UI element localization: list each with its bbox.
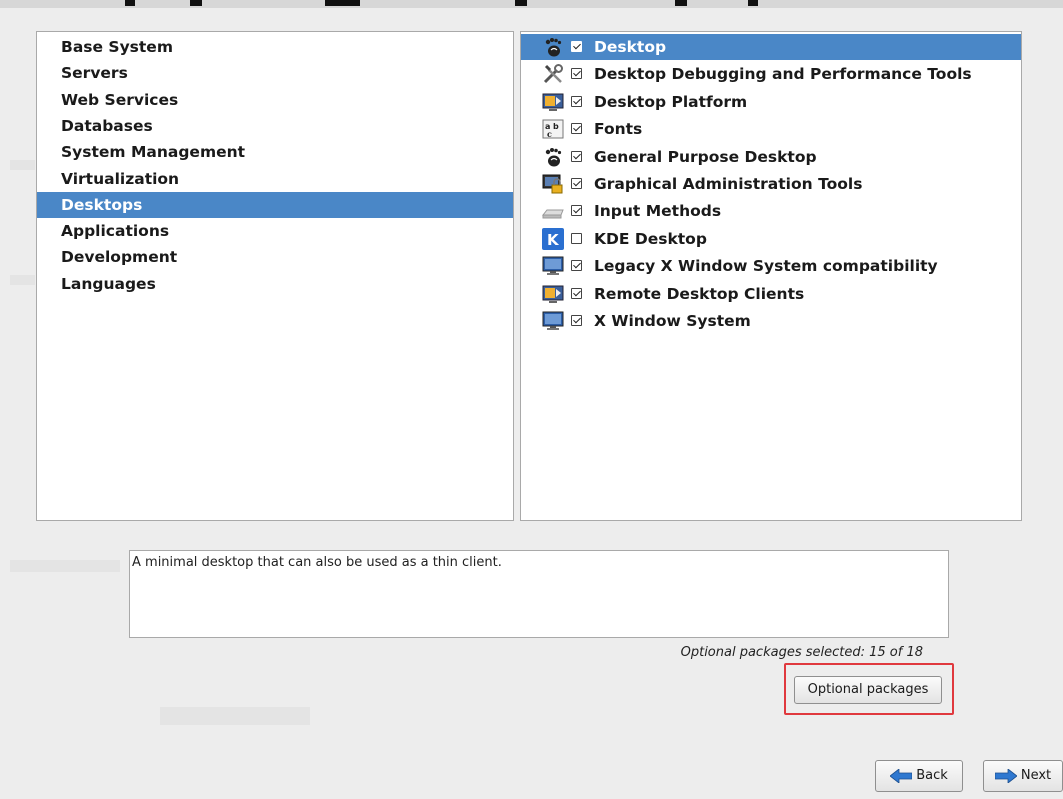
group-checkbox[interactable] bbox=[571, 150, 582, 162]
group-description: A minimal desktop that can also be used … bbox=[129, 550, 949, 638]
top-strip bbox=[0, 0, 1063, 8]
group-item[interactable]: Input Methods bbox=[521, 198, 1021, 224]
group-checkbox[interactable] bbox=[571, 260, 582, 272]
group-item[interactable]: Desktop Debugging and Performance Tools bbox=[521, 61, 1021, 87]
group-item[interactable]: X Window System bbox=[521, 308, 1021, 334]
category-item[interactable]: Desktops bbox=[37, 191, 513, 218]
group-item[interactable]: a b c Fonts bbox=[521, 116, 1021, 142]
group-checkbox[interactable] bbox=[571, 287, 582, 299]
background-artifact bbox=[10, 560, 120, 572]
category-item[interactable]: Web Services bbox=[37, 87, 513, 113]
category-item[interactable]: Languages bbox=[37, 271, 513, 297]
gnome-foot-icon bbox=[542, 36, 564, 58]
monitor-icon bbox=[542, 255, 564, 277]
background-artifact bbox=[10, 275, 35, 285]
gnome-foot-icon bbox=[542, 146, 564, 168]
category-item[interactable]: System Management bbox=[37, 139, 513, 165]
group-checkbox[interactable] bbox=[571, 68, 582, 80]
group-checkbox[interactable] bbox=[571, 315, 582, 326]
platform-icon bbox=[542, 91, 564, 113]
group-item[interactable]: Desktop Platform bbox=[521, 89, 1021, 115]
back-arrow-icon bbox=[890, 769, 913, 783]
group-item[interactable]: Remote Desktop Clients bbox=[521, 281, 1021, 307]
back-label: Back bbox=[916, 768, 948, 783]
background-artifact bbox=[160, 707, 310, 725]
group-checkbox[interactable] bbox=[571, 232, 582, 244]
admin-lock-icon bbox=[542, 173, 564, 195]
back-button[interactable]: Back bbox=[875, 760, 963, 792]
group-item[interactable]: K KDE Desktop bbox=[521, 226, 1021, 252]
keyboard-icon bbox=[541, 200, 564, 222]
group-item[interactable]: General Purpose Desktop bbox=[521, 144, 1021, 170]
group-label: Legacy X Window System compatibility bbox=[594, 257, 938, 276]
group-label: Input Methods bbox=[594, 202, 722, 221]
group-label: Graphical Administration Tools bbox=[594, 175, 863, 193]
tools-icon bbox=[542, 63, 564, 85]
group-checkbox[interactable] bbox=[571, 41, 582, 52]
next-arrow-icon bbox=[994, 769, 1017, 783]
group-label: Desktop bbox=[594, 38, 667, 56]
svg-text:b: b bbox=[553, 122, 559, 131]
group-checkbox[interactable] bbox=[571, 178, 582, 189]
group-label: Remote Desktop Clients bbox=[594, 284, 805, 303]
platform-icon bbox=[542, 283, 564, 305]
group-item[interactable]: Legacy X Window System compatibility bbox=[521, 253, 1021, 279]
group-item[interactable]: Graphical Administration Tools bbox=[521, 171, 1021, 197]
kde-icon: K bbox=[542, 227, 564, 250]
group-checkbox[interactable] bbox=[571, 123, 582, 135]
category-item[interactable]: Base System bbox=[37, 34, 513, 60]
category-item[interactable]: Databases bbox=[37, 113, 513, 139]
group-label: KDE Desktop bbox=[594, 229, 707, 248]
group-label: General Purpose Desktop bbox=[594, 147, 817, 166]
group-label: X Window System bbox=[594, 312, 751, 330]
category-list[interactable]: Base System Servers Web Services Databases S… bbox=[36, 31, 514, 521]
group-label: Desktop Debugging and Performance Tools bbox=[594, 65, 972, 84]
group-item[interactable]: Desktop bbox=[521, 34, 1021, 60]
next-button[interactable]: Next bbox=[983, 760, 1063, 792]
category-item[interactable]: Development bbox=[37, 244, 513, 270]
fonts-icon: abc bbox=[542, 118, 564, 140]
description-text: A minimal desktop that can also be used … bbox=[132, 555, 502, 570]
optional-packages-label: Optional packages bbox=[807, 682, 929, 697]
package-group-list[interactable]: Desktop Desktop Debugging and Performance… bbox=[520, 31, 1022, 521]
group-label: Fonts bbox=[594, 120, 643, 139]
category-item[interactable]: Servers bbox=[37, 60, 513, 86]
next-label: Next bbox=[1020, 768, 1052, 783]
optional-packages-summary: Optional packages selected: 15 of 18 bbox=[680, 645, 923, 660]
optional-packages-button[interactable]: Optional packages bbox=[794, 676, 942, 704]
category-item[interactable]: Applications bbox=[37, 218, 513, 244]
background-artifact bbox=[10, 160, 35, 170]
monitor-icon bbox=[542, 310, 564, 332]
group-checkbox[interactable] bbox=[571, 205, 582, 217]
svg-text:K: K bbox=[547, 231, 560, 249]
svg-text:c: c bbox=[547, 129, 552, 139]
category-item[interactable]: Virtualization bbox=[37, 166, 513, 192]
group-label: Desktop Platform bbox=[594, 92, 748, 111]
group-checkbox[interactable] bbox=[571, 95, 582, 107]
